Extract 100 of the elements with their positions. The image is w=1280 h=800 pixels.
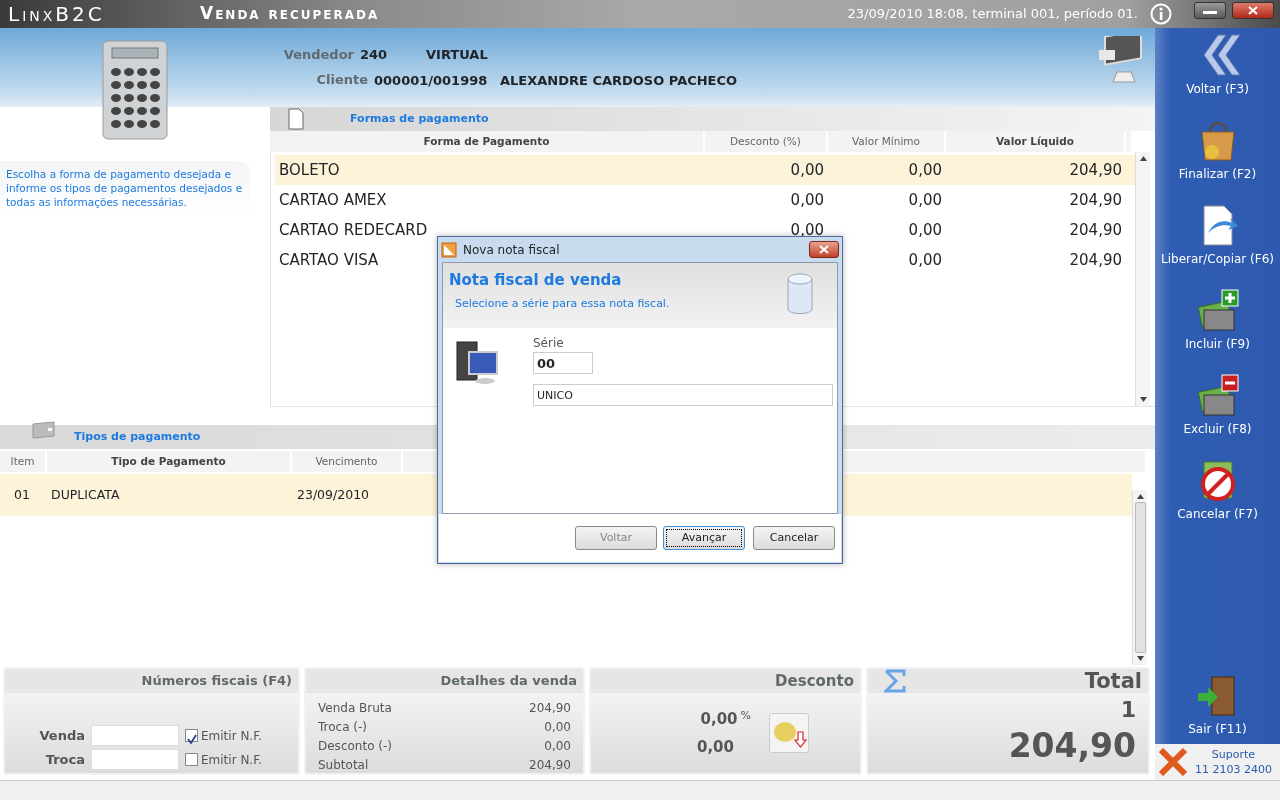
close-icon	[1248, 5, 1258, 15]
table-cell-text: 0,00	[790, 189, 824, 211]
detail-label: Venda Bruta	[318, 700, 392, 717]
column-header: Forma de Pagamento	[270, 131, 705, 152]
detail-value: 204,90	[529, 700, 571, 717]
field-label: Série	[533, 335, 565, 352]
dialog-heading: Nota fiscal de venda	[449, 270, 623, 291]
column-header: Vencimento	[292, 451, 403, 472]
sidebar-button[interactable]: Finalizar (F2)	[1155, 118, 1280, 183]
checkbox-label: Emitir N.F.	[201, 751, 262, 769]
support-phone: 11 2103 2400	[1195, 762, 1272, 777]
panel-title: Total	[1084, 669, 1142, 693]
down-arrow-icon	[1136, 656, 1144, 661]
input-field[interactable]: 00	[533, 352, 593, 374]
close-icon	[819, 245, 829, 254]
down-arrow-icon	[1139, 397, 1147, 402]
sidebar-button[interactable]: Voltar (F3)	[1155, 33, 1280, 98]
check-icon	[186, 734, 197, 745]
section-title: Formas de pagamento	[350, 110, 489, 127]
sidebar-button[interactable]: Liberar/Copiar (F6)	[1155, 203, 1280, 268]
app-title: LinxB2C	[7, 1, 106, 28]
screen-title: Venda recuperada	[200, 2, 380, 26]
table-cell-text: 0,00	[908, 219, 942, 241]
minimize-button[interactable]	[1194, 1, 1226, 19]
field-label: Troca	[44, 750, 85, 769]
money-minus-icon	[1195, 373, 1240, 417]
cliente-name: ALEXANDRE CARDOSO PACHECO	[500, 71, 738, 90]
support-label: Suporte	[1211, 747, 1256, 762]
column-header: Desconto (%)	[705, 131, 828, 152]
detail-value: 204,90	[529, 757, 571, 774]
total-value: 204,90	[1008, 726, 1136, 766]
field-label: Venda	[38, 726, 85, 745]
panel-title: Números fiscais (F4)	[5, 669, 298, 693]
scrollbar[interactable]	[1132, 490, 1147, 665]
cliente-code: 000001/001998	[374, 71, 489, 90]
checkbox-label: Emitir N.F.	[201, 727, 262, 745]
table-cell-text: 01	[13, 485, 31, 504]
column-header: Valor Líquido	[946, 131, 1126, 152]
dialog-subtitle: Selecione a série para essa nota fiscal.	[454, 295, 670, 312]
checkbox[interactable]: Emitir N.F.	[185, 726, 262, 745]
item-count: 1	[1120, 696, 1136, 724]
table-cell-text: 0,00	[790, 219, 824, 241]
discount-value: 0,00	[697, 737, 734, 758]
sidebar-button[interactable]: Excluir (F8)	[1155, 373, 1280, 438]
sidebar-button[interactable]: Cancelar (F7)	[1155, 458, 1280, 523]
close-button[interactable]	[1232, 1, 1274, 19]
table-row[interactable]: CARTAO AMEX 0,00 0,00 204,90	[275, 185, 1135, 215]
dialog-title: Nova nota fiscal	[463, 241, 561, 259]
table-cell-text: 0,00	[908, 249, 942, 271]
checkbox[interactable]: Emitir N.F.	[185, 750, 262, 769]
vendedor-code: 240	[360, 46, 389, 64]
column-header: Item	[0, 451, 47, 472]
table-cell-text: BOLETO	[279, 159, 340, 181]
x-logo-icon	[1159, 748, 1187, 776]
table-cell-text: CARTAO AMEX	[279, 189, 387, 211]
close-button[interactable]	[809, 241, 839, 258]
table-cell-text: CARTAO VISA	[279, 249, 379, 271]
detail-value: 0,00	[544, 738, 571, 755]
detail-label: Troca (-)	[318, 719, 368, 736]
panel-title: Detalhes da venda	[306, 669, 583, 693]
detail-value: 0,00	[544, 719, 571, 736]
money-plus-icon	[1195, 288, 1240, 332]
column-header: Valor Mínimo	[828, 131, 946, 152]
percent-sign: %	[740, 707, 751, 724]
cliente-label: Cliente	[315, 71, 368, 90]
table-cell-text: DUPLICATA	[50, 485, 121, 504]
panel-title: Desconto	[591, 669, 860, 693]
vendedor-label: Vendedor	[282, 45, 354, 64]
table-row[interactable]: BOLETO 0,00 0,00 204,90	[275, 155, 1135, 185]
input-field[interactable]	[91, 725, 179, 746]
dialog-button[interactable]: Avançar	[663, 526, 745, 550]
up-arrow-icon	[1136, 494, 1144, 499]
detail-label: Subtotal	[318, 757, 369, 774]
info-icon[interactable]	[1150, 3, 1172, 25]
sidebar-button[interactable]: Incluir (F9)	[1155, 288, 1280, 353]
vendedor-name: VIRTUAL	[426, 46, 488, 64]
table-cell-text: 0,00	[790, 159, 824, 181]
discount-button[interactable]	[769, 713, 809, 753]
up-arrow-icon	[1139, 156, 1147, 161]
input-field[interactable]	[91, 749, 179, 770]
table-cell-text: 23/09/2010	[296, 485, 371, 504]
table-cell-text: CARTAO REDECARD	[279, 219, 428, 241]
session-status: 23/09/2010 18:08, terminal 001, período 01.	[847, 5, 1138, 24]
table-cell-text: 0,00	[908, 159, 942, 181]
scrollbar[interactable]	[1135, 152, 1150, 406]
cylinder-icon	[787, 273, 813, 315]
discount-percent: 0,00	[700, 708, 738, 730]
table-cell-text: 204,90	[1069, 189, 1122, 211]
table-cell-text: 204,90	[1069, 159, 1122, 181]
sidebar-button[interactable]: Sair (F11)	[1155, 673, 1280, 738]
dialog-button[interactable]: Cancelar	[753, 526, 835, 550]
column-header: Tipo de Pagamento	[47, 451, 292, 472]
table-cell-text: 204,90	[1069, 249, 1122, 271]
detail-label: Desconto (-)	[318, 738, 392, 755]
document-icon	[441, 241, 457, 258]
calculator-icon	[102, 40, 168, 140]
section-title: Tipos de pagamento	[74, 428, 201, 445]
card-icon	[32, 421, 56, 439]
table-cell-text: 204,90	[1069, 219, 1122, 241]
input-field[interactable]: UNICO	[533, 384, 833, 406]
